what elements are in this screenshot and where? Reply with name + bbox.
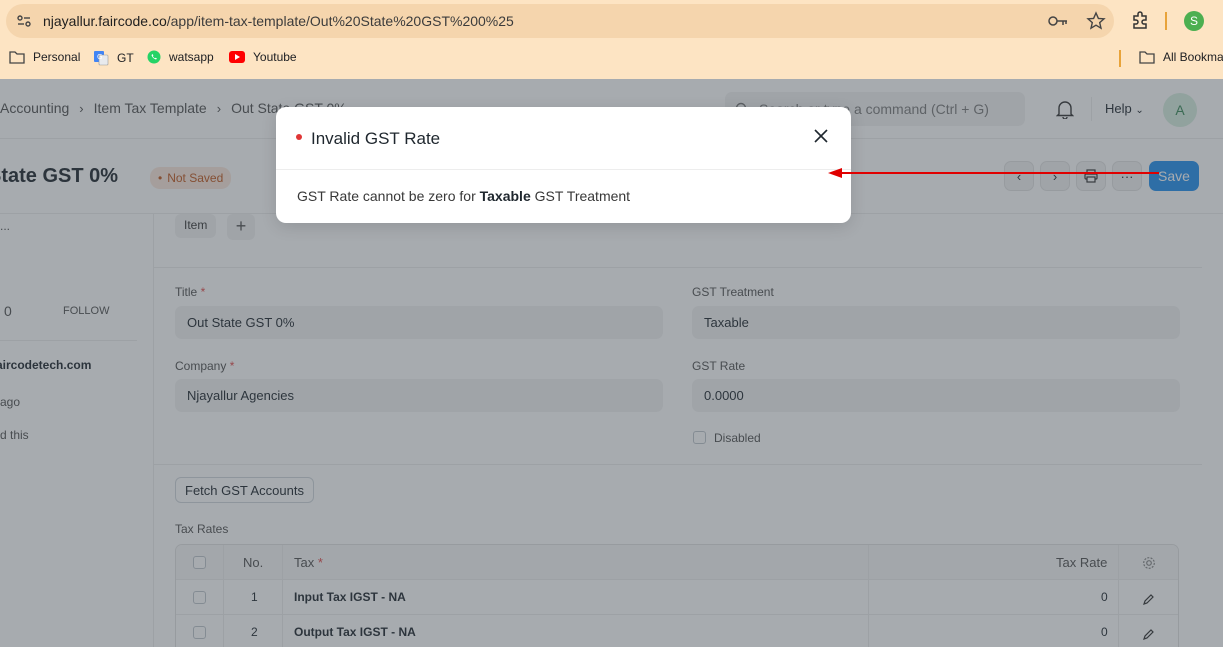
bookmark-label: Personal [33, 50, 81, 64]
message-suffix: GST Treatment [530, 188, 631, 204]
error-dialog: Invalid GST Rate GST Rate cannot be zero… [276, 107, 851, 223]
password-key-icon[interactable] [1048, 14, 1068, 28]
dialog-header: Invalid GST Rate [276, 107, 851, 170]
annotation-arrow-icon [828, 168, 1159, 178]
bookmark-star-icon[interactable] [1086, 11, 1106, 31]
url-host: njayallur.faircode.co [43, 13, 167, 29]
bookmark-label: GT [117, 51, 134, 65]
all-bookmarks[interactable]: All Bookma [1139, 50, 1223, 64]
bookmark-label: watsapp [169, 50, 214, 64]
svg-text:G: G [97, 53, 102, 61]
browser-chrome: njayallur.faircode.co/app/item-tax-templ… [0, 0, 1223, 79]
folder-icon [9, 51, 25, 64]
message-prefix: GST Rate cannot be zero for [297, 188, 480, 204]
bookmarks-bar: Personal G GT watsapp Youtube All Bookma [0, 44, 1223, 72]
close-icon[interactable] [812, 127, 830, 145]
message-emphasis: Taxable [479, 188, 531, 204]
bookmark-personal[interactable]: Personal [9, 50, 80, 64]
google-translate-icon: G [94, 51, 109, 66]
address-bar[interactable]: njayallur.faircode.co/app/item-tax-templ… [6, 4, 1114, 38]
profile-avatar[interactable]: S [1184, 11, 1204, 31]
bookmark-gt[interactable]: G GT [93, 50, 134, 66]
folder-icon [1139, 51, 1155, 64]
dialog-message: GST Rate cannot be zero for Taxable GST … [297, 188, 630, 204]
site-info-icon[interactable] [16, 13, 32, 29]
all-bookmarks-label: All Bookma [1163, 50, 1223, 64]
bookmark-watsapp[interactable]: watsapp [147, 50, 214, 64]
bookmark-youtube[interactable]: Youtube [229, 50, 297, 64]
bookmark-label: Youtube [253, 50, 297, 64]
url-path: /app/item-tax-template/Out%20State%20GST… [166, 13, 514, 29]
bookmarks-divider [1119, 50, 1121, 67]
url-text[interactable]: njayallur.faircode.co/app/item-tax-templ… [43, 13, 514, 29]
whatsapp-icon [147, 50, 161, 64]
dialog-title: Invalid GST Rate [311, 129, 441, 148]
youtube-icon [229, 51, 245, 63]
error-indicator-dot [296, 134, 302, 140]
extensions-icon[interactable] [1130, 10, 1150, 30]
toolbar-divider [1165, 12, 1167, 30]
